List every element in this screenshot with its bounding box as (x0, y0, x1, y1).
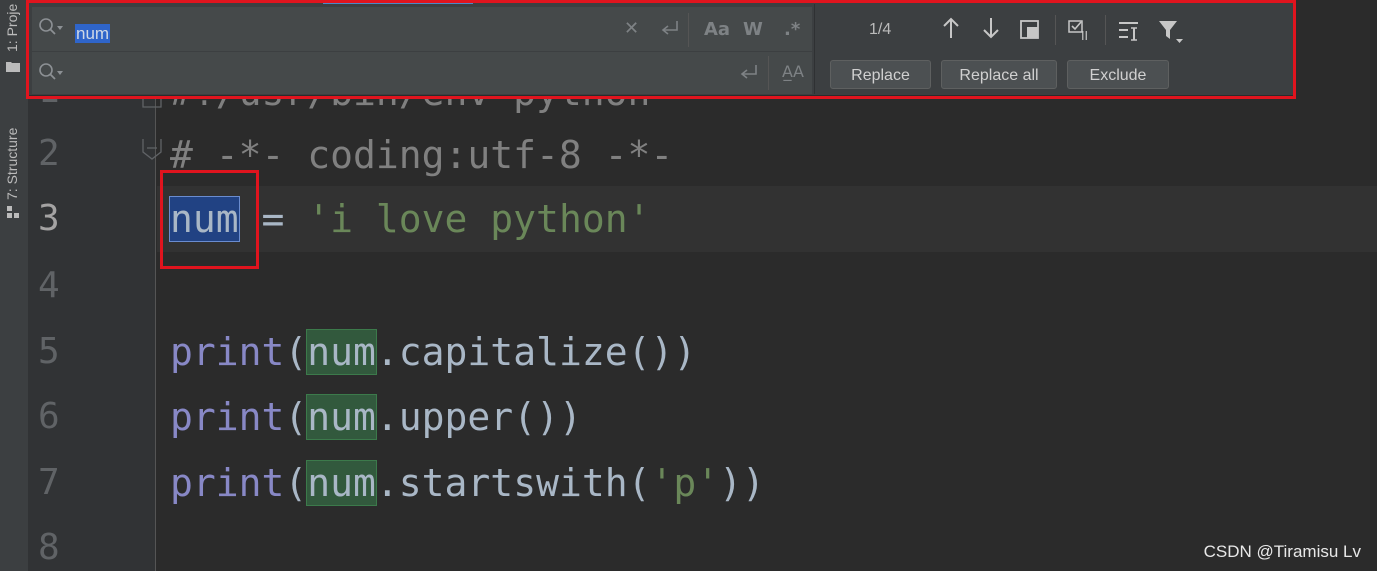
structure-icon (6, 205, 20, 218)
in-selection-icon[interactable]: II (1068, 18, 1096, 48)
code-rest: .upper()) (375, 395, 582, 439)
structure-tab[interactable]: 7: Structure (4, 128, 20, 200)
words-icon[interactable]: W (743, 19, 763, 40)
code-string: 'p' (650, 461, 720, 505)
line-number: 3 (38, 198, 60, 239)
new-line-icon[interactable] (738, 62, 760, 87)
toolbar-divider (1055, 15, 1056, 45)
next-occurrence-icon[interactable] (981, 17, 1001, 45)
search-history-icon[interactable] (38, 17, 64, 42)
exclude-button[interactable]: Exclude (1067, 60, 1169, 89)
active-tab-indicator (323, 0, 473, 4)
code-paren: ( (284, 461, 308, 505)
filter-icon[interactable] (1158, 19, 1184, 51)
project-tab[interactable]: 1: Proje (4, 4, 20, 52)
fold-end-icon[interactable] (141, 138, 163, 160)
line-number: 6 (38, 396, 60, 437)
tool-window-stripe: 1: Proje 7: Structure (0, 0, 29, 571)
find-replace-bar: num ✕ Aa W .* A̲A 1/4 II Replace Replace… (28, 0, 1295, 96)
toolbar-divider (1105, 15, 1106, 45)
panel-divider (814, 4, 815, 94)
field-divider (768, 56, 769, 90)
code-builtin: print (170, 395, 285, 439)
select-all-occurrences-icon[interactable] (1020, 20, 1040, 46)
code-line-5: print(num.capitalize()) (170, 329, 697, 375)
selected-match: num (169, 196, 240, 242)
search-field[interactable]: num ✕ Aa W .* (32, 7, 812, 51)
code-line-6: print(num.upper()) (170, 394, 582, 440)
previous-occurrence-icon[interactable] (941, 17, 961, 45)
line-number: 7 (38, 462, 60, 503)
line-number: 8 (38, 527, 60, 568)
code-line-2: # -*- coding:utf-8 -*- (170, 133, 674, 177)
preserve-case-icon[interactable]: A̲A (782, 62, 804, 81)
watermark: CSDN @Tiramisu Lv (1203, 542, 1361, 561)
new-line-icon[interactable] (659, 18, 681, 43)
code-string: 'i love python' (307, 197, 651, 241)
replace-field[interactable]: A̲A (32, 52, 812, 94)
filter-lines-icon[interactable] (1118, 20, 1142, 48)
search-match: num (306, 329, 377, 375)
regex-icon[interactable]: .* (784, 19, 800, 40)
code-builtin: print (170, 461, 285, 505)
folder-icon (6, 60, 20, 72)
svg-text:II: II (1081, 29, 1088, 42)
line-number: 5 (38, 331, 60, 372)
replace-button[interactable]: Replace (830, 60, 931, 89)
code-line-7: print(num.startswith('p')) (170, 460, 765, 506)
line-number: 2 (38, 133, 60, 174)
replace-all-button[interactable]: Replace all (941, 60, 1057, 89)
replace-history-icon[interactable] (38, 62, 64, 87)
field-divider (688, 13, 689, 47)
match-case-icon[interactable]: Aa (704, 19, 730, 40)
code-operator: = (238, 197, 308, 241)
search-match: num (306, 460, 377, 506)
code-paren: ( (284, 395, 308, 439)
code-rest: .startswith( (375, 461, 651, 505)
search-input[interactable]: num (75, 24, 111, 44)
match-counter: 1/4 (869, 21, 892, 38)
code-rest: )) (719, 461, 765, 505)
code-builtin: print (170, 330, 285, 374)
code-rest: .capitalize()) (375, 330, 697, 374)
search-match: num (306, 394, 377, 440)
line-number: 4 (38, 265, 60, 306)
code-paren: ( (284, 330, 308, 374)
code-line-3: num = 'i love python' (169, 196, 651, 242)
clear-icon[interactable]: ✕ (624, 18, 639, 39)
